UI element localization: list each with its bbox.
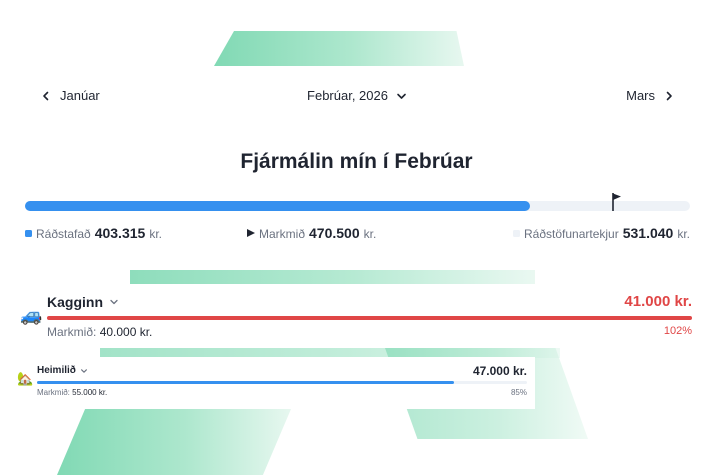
allocated-label: Ráðstafað (36, 227, 91, 241)
chevron-right-icon (666, 91, 672, 100)
category-card-heimilid[interactable]: 🏡 Heimilið 47.000 kr. Markmið: 55.000 kr… (14, 357, 535, 409)
goal-label: Markmið (259, 227, 306, 241)
category-name-dropdown[interactable]: Kagginn (47, 294, 119, 310)
category-goal: Markmið: 40.000 kr. (47, 325, 152, 339)
goal-marker-icon (247, 229, 255, 237)
flag-icon (612, 193, 621, 211)
previous-month-label: Janúar (60, 88, 100, 103)
category-percent: 102% (663, 325, 692, 337)
category-amount: 47.000 kr. (472, 364, 527, 378)
category-goal-value: 40.000 kr. (99, 325, 153, 339)
month-navigation: Janúar Febrúar, 2026 Mars (40, 88, 675, 108)
allocated-unit: kr. (149, 227, 162, 241)
goal-value: 470.500 (309, 225, 360, 241)
income-legend-dot (513, 229, 520, 237)
month-selector[interactable]: Febrúar, 2026 (307, 88, 408, 103)
income-stat: Ráðstöfunartekjur 531.040 kr. (513, 225, 690, 241)
chevron-down-icon (80, 368, 87, 373)
category-goal-label: Markmið: (37, 388, 70, 397)
budget-progress-bar (25, 201, 690, 211)
chevron-down-icon (397, 93, 407, 99)
category-name: Kagginn (47, 294, 103, 310)
decorative-shape (130, 270, 535, 284)
next-month-button[interactable]: Mars (626, 88, 675, 103)
income-unit: kr. (677, 227, 690, 241)
category-goal: Markmið: 55.000 kr. (37, 388, 107, 397)
goal-unit: kr. (363, 227, 377, 241)
category-goal-label: Markmið: (47, 325, 97, 339)
category-progress-bar (47, 316, 692, 320)
car-icon: 🚙 (20, 305, 43, 325)
previous-month-button[interactable]: Janúar (40, 88, 100, 103)
decorative-shape (214, 31, 464, 66)
category-card-kagginn[interactable]: 🚙 Kagginn 41.000 kr. Markmið: 40.000 kr.… (18, 287, 698, 343)
current-month-label: Febrúar, 2026 (307, 88, 388, 103)
income-label: Ráðstöfunartekjur (524, 227, 619, 241)
category-percent: 85% (510, 388, 527, 397)
budget-progress-fill (25, 201, 531, 211)
allocated-legend-dot (25, 229, 32, 237)
next-month-label: Mars (626, 88, 655, 103)
chevron-left-icon (43, 91, 49, 100)
category-name-dropdown[interactable]: Heimilið (37, 365, 88, 376)
category-amount: 41.000 kr. (624, 293, 692, 310)
house-icon: 🏡 (17, 371, 34, 386)
chevron-down-icon (110, 299, 118, 305)
income-value: 531.040 (622, 225, 674, 241)
goal-stat: Markmið 470.500 kr. (247, 225, 376, 241)
allocated-stat: Ráðstafað 403.315 kr. (25, 225, 162, 241)
category-progress-bar (37, 381, 527, 384)
category-name: Heimilið (37, 365, 76, 376)
category-progress-fill (37, 381, 454, 384)
allocated-value: 403.315 (94, 225, 146, 241)
category-goal-value: 55.000 kr. (72, 388, 108, 397)
page-title: Fjármálin mín í Febrúar (240, 150, 473, 173)
decorative-shape (57, 409, 291, 475)
